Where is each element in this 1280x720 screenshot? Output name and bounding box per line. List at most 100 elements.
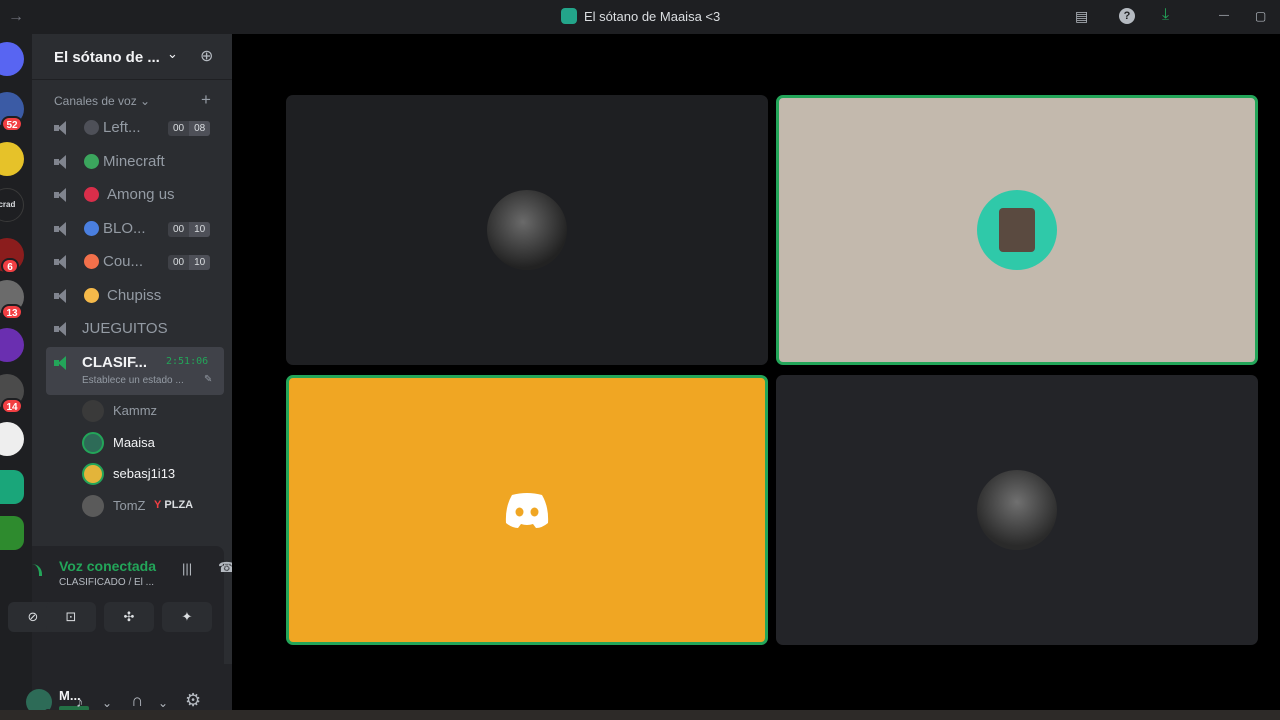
server-badge: 14 bbox=[1, 398, 23, 414]
call-timer: 2:51:06 bbox=[166, 356, 209, 367]
window-title-text: El sótano de Maaisa <3 bbox=[584, 8, 721, 24]
voice-channel-path[interactable]: CLASIFICADO / El ... bbox=[59, 577, 154, 588]
channel-item[interactable]: Minecraft bbox=[46, 146, 224, 178]
voice-user[interactable]: Kammz bbox=[82, 397, 232, 425]
avatar bbox=[977, 190, 1057, 270]
channel-emoji-icon bbox=[84, 187, 99, 202]
speaker-icon bbox=[54, 188, 70, 202]
download-icon[interactable]: ⤓ bbox=[1162, 6, 1169, 24]
server-icon bbox=[561, 8, 577, 24]
voice-user[interactable]: sebasj1i13 bbox=[82, 460, 232, 488]
user-count-pill: 00 10 bbox=[168, 222, 211, 237]
participant-tile[interactable] bbox=[286, 95, 768, 365]
voice-user[interactable]: TomZ Y PLZA bbox=[82, 492, 232, 520]
server-badge: 52 bbox=[1, 116, 23, 132]
user-tag: Y PLZA bbox=[154, 499, 193, 511]
avatar bbox=[487, 190, 567, 270]
add-member-icon[interactable]: ⊕ bbox=[200, 46, 213, 66]
server-header[interactable]: El sótano de ... ⌄ ⊕ bbox=[32, 34, 232, 80]
channel-emoji-icon bbox=[84, 221, 99, 236]
create-channel-icon[interactable]: + bbox=[201, 90, 211, 110]
window-title: El sótano de Maaisa <3 bbox=[561, 8, 720, 24]
channel-name: Cou... bbox=[103, 253, 144, 270]
help-icon[interactable]: ? bbox=[1119, 8, 1135, 24]
soundboard-button[interactable]: ✦ bbox=[162, 602, 212, 632]
speaker-icon bbox=[54, 322, 70, 336]
os-taskbar bbox=[0, 710, 1280, 720]
channel-sidebar: El sótano de ... ⌄ ⊕ Canales de voz ⌄ + … bbox=[8, 34, 235, 720]
minimize-icon[interactable]: — bbox=[1219, 10, 1229, 21]
channel-item[interactable]: Cou... 00 10 bbox=[46, 246, 224, 278]
channel-item[interactable]: JUEGUITOS bbox=[46, 313, 224, 345]
microphone-icon[interactable]: ♪ bbox=[76, 694, 84, 711]
speaker-icon bbox=[54, 121, 70, 135]
discord-logo-icon bbox=[505, 493, 549, 528]
speaker-icon bbox=[54, 356, 70, 370]
server-badge: 13 bbox=[1, 304, 23, 320]
participant-tile-speaking[interactable] bbox=[776, 95, 1258, 365]
channel-item-active[interactable]: CLASIF... 2:51:06 Establece un estado ..… bbox=[46, 347, 224, 395]
set-status-text[interactable]: Establece un estado ... bbox=[82, 375, 184, 386]
back-arrow-icon[interactable]: → bbox=[8, 8, 24, 26]
activities-button[interactable]: ✣ bbox=[104, 602, 154, 632]
avatar bbox=[82, 463, 104, 485]
channel-item[interactable]: Among us bbox=[46, 179, 224, 211]
speaker-icon bbox=[54, 222, 70, 236]
channel-item[interactable]: Chupiss bbox=[46, 280, 224, 312]
server-item[interactable] bbox=[0, 328, 24, 362]
screen-share-button[interactable]: ⊡ bbox=[46, 602, 96, 632]
channel-name: Left... bbox=[103, 119, 141, 136]
server-item[interactable] bbox=[0, 422, 24, 456]
channel-emoji-icon bbox=[84, 120, 99, 135]
speaker-icon bbox=[54, 289, 70, 303]
channel-name: Minecraft bbox=[103, 153, 165, 170]
channel-item[interactable]: BLO... 00 10 bbox=[46, 213, 224, 245]
channel-name: JUEGUITOS bbox=[82, 320, 168, 337]
channel-name: Chupiss bbox=[107, 287, 162, 304]
signal-icon bbox=[32, 564, 42, 576]
user-name: Maaisa bbox=[113, 435, 155, 450]
server-item[interactable] bbox=[0, 516, 24, 550]
gear-icon[interactable]: ⚙ bbox=[185, 690, 201, 711]
voice-status-title[interactable]: Voz conectada bbox=[59, 558, 156, 574]
chevron-down-icon[interactable]: ⌄ bbox=[158, 696, 168, 710]
maximize-icon[interactable]: ▢ bbox=[1255, 9, 1266, 23]
user-count-pill: 00 10 bbox=[168, 255, 211, 270]
headset-icon[interactable]: ∩ bbox=[131, 691, 143, 711]
avatar bbox=[82, 495, 104, 517]
server-badge: 6 bbox=[1, 258, 19, 274]
participant-tile[interactable] bbox=[776, 375, 1258, 645]
channel-emoji-icon bbox=[84, 254, 99, 269]
user-count-pill: 00 08 bbox=[168, 121, 211, 136]
title-bar: → El sótano de Maaisa <3 ▤ ? ⤓ — ▢ bbox=[0, 0, 1280, 34]
server-item[interactable] bbox=[0, 142, 24, 176]
avatar bbox=[82, 432, 104, 454]
user-name: sebasj1i13 bbox=[113, 466, 176, 481]
voice-user[interactable]: Maaisa bbox=[82, 429, 232, 457]
chevron-down-icon: ⌄ bbox=[167, 46, 178, 61]
discord-home-icon[interactable] bbox=[0, 42, 24, 76]
channel-name: CLASIF... bbox=[82, 354, 148, 371]
channel-name: Among us bbox=[107, 186, 175, 203]
voice-connected-panel: Voz conectada CLASIFICADO / El ... ||| ☎… bbox=[8, 546, 235, 664]
call-stage bbox=[232, 34, 1280, 710]
participant-tile-speaking[interactable] bbox=[286, 375, 768, 645]
user-name: Kammz bbox=[113, 403, 158, 418]
channel-emoji-icon bbox=[84, 288, 99, 303]
channel-item[interactable]: Left... 00 08 bbox=[46, 112, 224, 144]
channel-emoji-icon bbox=[84, 154, 99, 169]
category-voice-channels[interactable]: Canales de voz ⌄ bbox=[54, 94, 150, 108]
chevron-down-icon[interactable]: ⌄ bbox=[102, 696, 112, 710]
avatar bbox=[977, 470, 1057, 550]
avatar bbox=[82, 400, 104, 422]
speaker-icon bbox=[54, 255, 70, 269]
server-item[interactable] bbox=[0, 470, 24, 504]
speaker-icon bbox=[54, 155, 70, 169]
channel-name: BLO... bbox=[103, 220, 146, 237]
tag-icon: Y bbox=[154, 499, 162, 511]
user-name: TomZ bbox=[113, 498, 146, 513]
noise-suppression-icon[interactable]: ||| bbox=[182, 561, 192, 576]
inbox-icon[interactable]: ▤ bbox=[1075, 8, 1088, 25]
server-label: ecrad bbox=[0, 200, 16, 209]
pencil-icon[interactable]: ✎ bbox=[204, 374, 212, 385]
